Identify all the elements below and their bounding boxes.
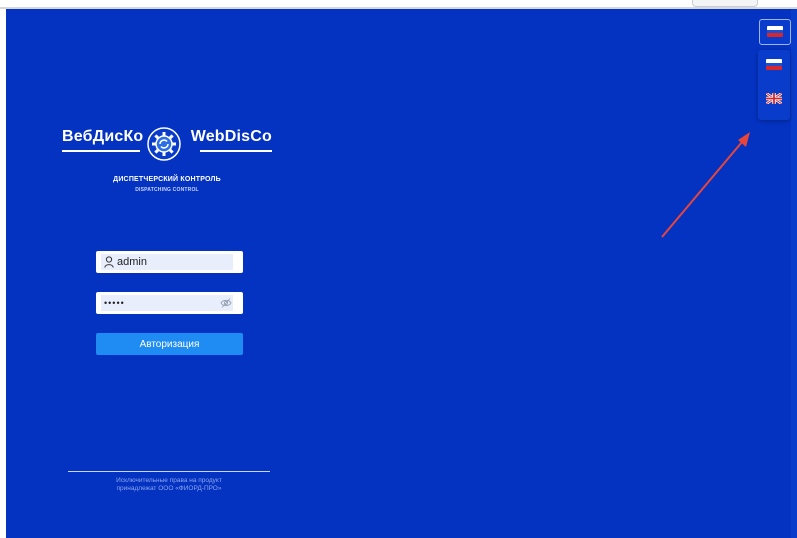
footer-divider <box>68 471 270 472</box>
browser-top-bar <box>0 0 797 9</box>
app-logo: ВебДисКо WebDisCo <box>62 122 272 166</box>
username-field[interactable] <box>96 251 243 273</box>
browser-tab-edge <box>692 0 758 7</box>
lang-option-ru-flag-icon[interactable] <box>766 59 782 70</box>
language-dropdown <box>758 50 790 120</box>
login-page <box>6 9 797 538</box>
logo-text-ru: ВебДисКо <box>62 128 144 145</box>
ru-flag-icon <box>767 26 783 37</box>
eye-slash-icon[interactable] <box>220 297 232 309</box>
username-input[interactable] <box>117 255 227 269</box>
login-button[interactable]: Авторизация <box>96 333 243 355</box>
lang-option-uk-flag-icon[interactable] <box>766 93 782 104</box>
logo-underline-ru <box>62 150 140 152</box>
footer-line-1: Исключительные права на продукт <box>116 477 222 484</box>
password-field[interactable] <box>96 292 243 314</box>
logo-subtitle-ru: ДИСПЕТЧЕРСКИЙ КОНТРОЛЬ <box>113 176 221 183</box>
footer-copyright: Исключительные права на продукт принадле… <box>68 477 270 493</box>
logo-underline-en <box>200 150 272 152</box>
logo-subtitle-en: DISPATCHING CONTROL <box>135 187 199 193</box>
footer-line-2: принадлежат ООО «ФИОРД-ПРО» <box>116 485 222 492</box>
password-input[interactable] <box>104 296 214 310</box>
user-icon <box>104 256 114 268</box>
language-selector[interactable] <box>759 19 791 45</box>
gear-logo-icon <box>147 127 181 161</box>
logo-text-en: WebDisCo <box>190 128 272 145</box>
right-edge-panel <box>791 9 797 538</box>
